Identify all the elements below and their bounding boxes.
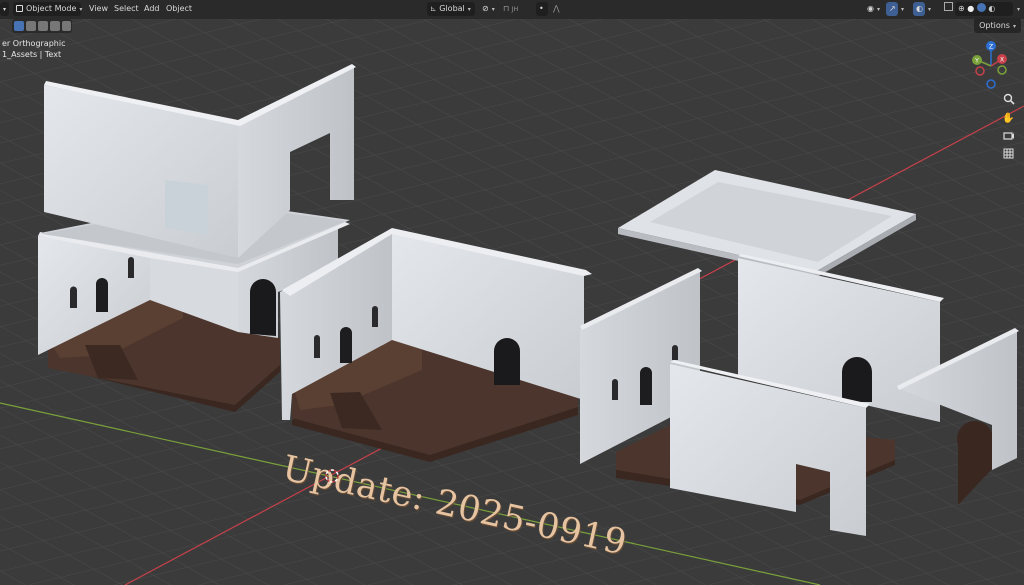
overlays-toggle[interactable]: ◐ [913, 2, 925, 16]
pivot-icon: ⊘ [482, 4, 489, 13]
gizmo-neg-z[interactable] [986, 79, 996, 89]
falloff-dropdown[interactable]: ⋀ [550, 2, 564, 16]
chevron-down-icon: ▾ [1017, 6, 1021, 13]
gizmo-x-label: X [1000, 57, 1004, 64]
viewport-info: er Orthographic 1_Assets | Text [2, 38, 65, 60]
3d-viewport[interactable]: Update: 2025-0919 ▾ Object Mode ▾ View Se… [0, 0, 1024, 585]
editor-type-button[interactable]: ▾ [0, 2, 9, 16]
mode-dropdown[interactable]: Object Mode ▾ [13, 2, 83, 16]
proportional-edit-toggle[interactable]: • [536, 2, 548, 16]
chevron-down-icon: ▾ [491, 6, 495, 13]
pivot-dropdown[interactable]: ⊘ ▾ [479, 2, 501, 16]
xray-toggle[interactable] [941, 2, 953, 16]
options-label: Options [979, 21, 1010, 30]
dot-icon: • [539, 4, 544, 13]
selection-mode-group [12, 19, 72, 33]
chevron-down-icon: ▾ [876, 6, 880, 13]
gizmo-toggle[interactable]: ↗ [886, 2, 898, 16]
overlays-icon: ◐ [916, 4, 923, 13]
wireframe-shading-icon[interactable]: ⊕ [958, 4, 965, 13]
menu-add[interactable]: Add [141, 2, 163, 16]
zoom-icon[interactable] [1000, 93, 1017, 108]
solid-shading-icon[interactable]: ● [967, 4, 974, 13]
visibility-dropdown[interactable]: ◉ ▾ [864, 2, 884, 16]
eye-icon: ◉ [867, 4, 874, 13]
snap-icon: ⊓ [503, 4, 510, 13]
camera-icon[interactable] [1000, 129, 1017, 144]
navigation-gizmo[interactable]: Z X Y [966, 40, 1020, 92]
falloff-curve-icon: ⋀ [553, 4, 560, 13]
viewport-header: ▾ Object Mode ▾ View Select Add Object ⊾ … [0, 0, 1024, 31]
select-set-icon[interactable] [14, 21, 24, 31]
shading-dropdown[interactable]: ▾ [1014, 2, 1024, 16]
menu-select[interactable]: Select [111, 2, 142, 16]
chevron-down-icon: ▾ [3, 6, 7, 13]
menu-object[interactable]: Object [163, 2, 195, 16]
orientation-label: Global [439, 4, 465, 13]
select-extend-icon[interactable] [26, 21, 36, 31]
gizmo-neg-y[interactable] [997, 65, 1007, 75]
select-subtract-icon[interactable] [38, 21, 48, 31]
menu-view[interactable]: View [86, 2, 111, 16]
chevron-down-icon: ▾ [901, 6, 905, 13]
view-name: er Orthographic [2, 39, 66, 48]
gizmo-z-label: Z [989, 44, 993, 51]
mode-label: Object Mode [26, 4, 77, 13]
chevron-down-icon: ▾ [1012, 23, 1016, 30]
collection-info: 1_Assets | Text [2, 50, 62, 59]
select-intersect-icon[interactable] [62, 21, 71, 31]
gizmo-icon: ↗ [889, 4, 896, 13]
gizmo-neg-x[interactable] [975, 66, 985, 76]
gizmo-dropdown[interactable]: ▾ [898, 2, 908, 16]
xray-icon [944, 2, 953, 11]
grid-icon[interactable] [1000, 148, 1017, 163]
shading-buttons[interactable]: ⊕ ● ◐ [955, 2, 1013, 16]
object-mode-icon [16, 5, 23, 12]
rendered-shading-icon[interactable]: ◐ [988, 4, 995, 13]
chevron-down-icon: ▾ [928, 6, 932, 13]
scene-canvas[interactable] [0, 0, 1024, 585]
3d-cursor-icon[interactable] [323, 467, 341, 485]
chevron-down-icon: ▾ [467, 6, 471, 13]
snap-increment-label: JH [511, 6, 519, 13]
chevron-down-icon: ▾ [79, 6, 83, 13]
orientation-icon: ⊾ [430, 4, 437, 13]
gizmo-y-label: Y [974, 58, 979, 65]
hand-pan-icon[interactable]: ✋ [1000, 111, 1017, 126]
overlays-dropdown[interactable]: ▾ [925, 2, 935, 16]
options-dropdown[interactable]: Options ▾ [974, 18, 1021, 33]
select-invert-icon[interactable] [50, 21, 60, 31]
snap-toggle[interactable]: ⊓ JH [500, 2, 534, 16]
transform-orientation-dropdown[interactable]: ⊾ Global ▾ [427, 2, 475, 16]
material-shading-icon[interactable] [976, 3, 986, 12]
